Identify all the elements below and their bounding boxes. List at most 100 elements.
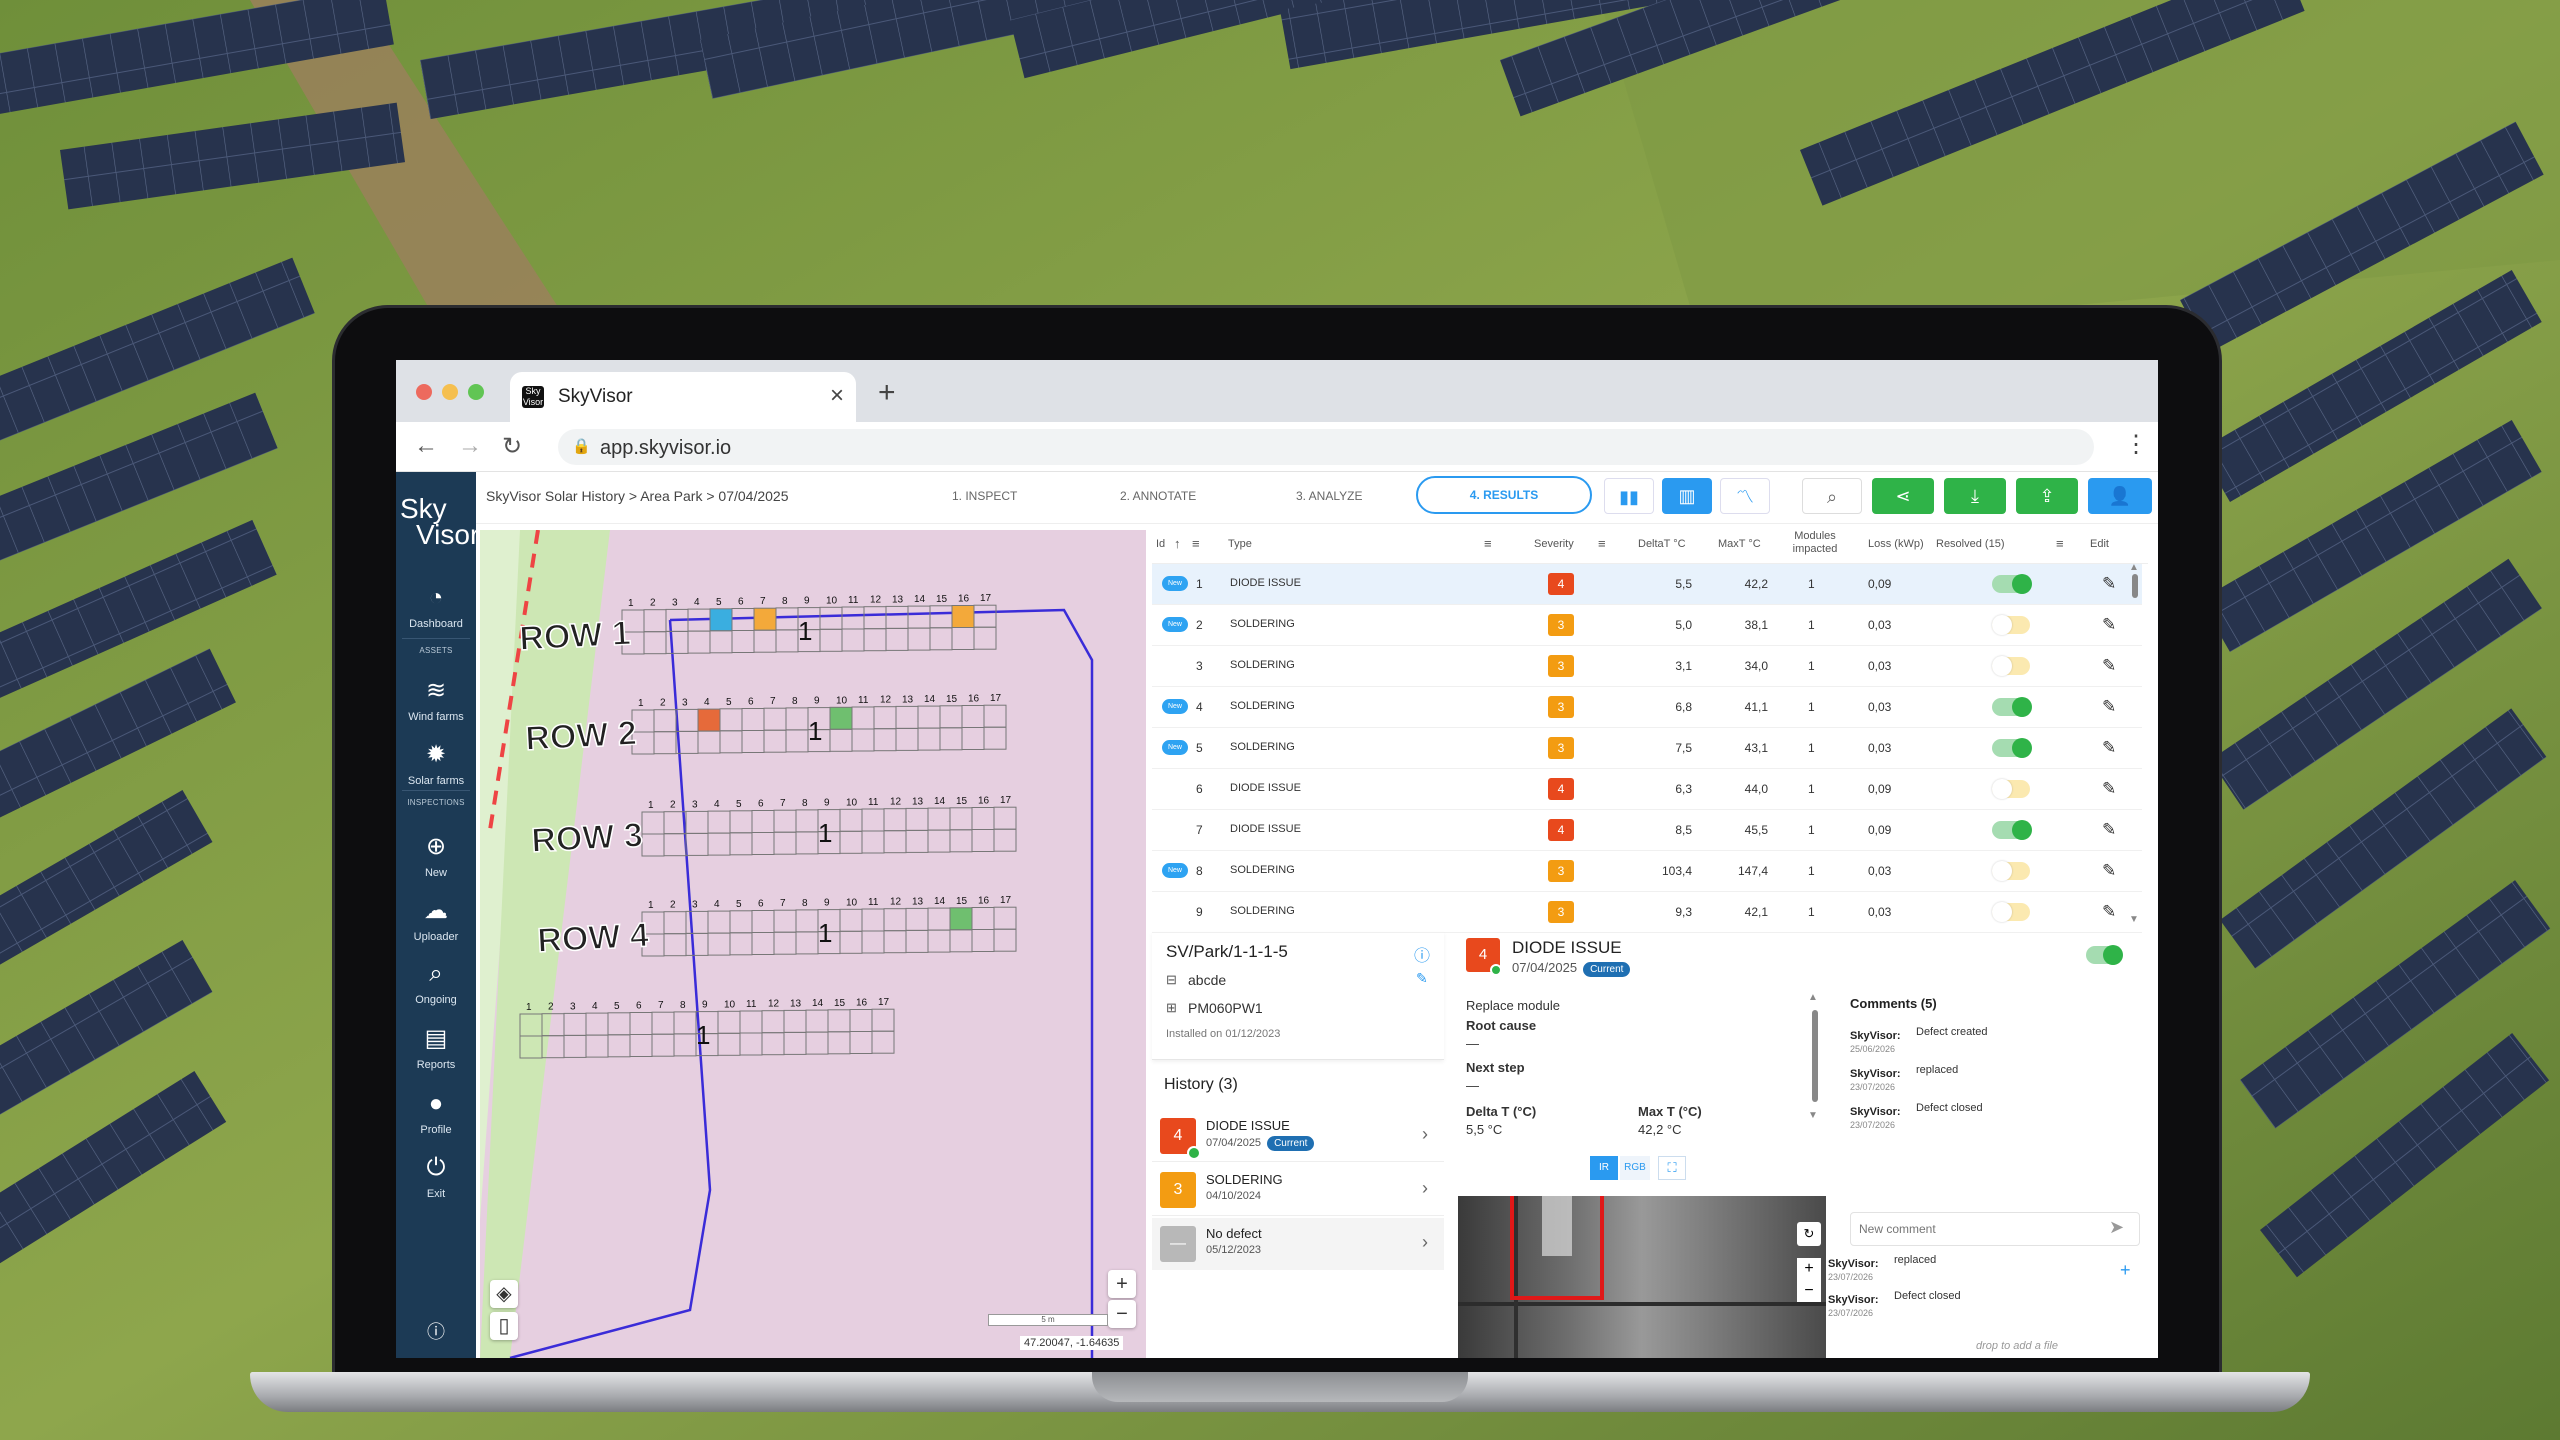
panel-cell[interactable] (939, 727, 963, 751)
detail-scrollbar[interactable] (1812, 1010, 1818, 1102)
history-item[interactable]: — No defect 05/12/2023 › (1152, 1218, 1444, 1270)
rgb-view-button[interactable]: RGB (1620, 1156, 1650, 1180)
close-window-button[interactable] (416, 384, 432, 400)
defect-panel-cell[interactable] (829, 706, 853, 730)
scroll-up-icon[interactable]: ▲ (1808, 992, 1818, 1003)
panel-cell[interactable] (707, 832, 731, 856)
panel-cell[interactable] (773, 909, 797, 933)
table-row[interactable]: 7 DIODE ISSUE 4 8,5 45,5 1 0,09 ✎ (1152, 810, 2142, 851)
panel-cell[interactable] (883, 808, 907, 832)
panel-cell[interactable] (841, 628, 865, 652)
forward-icon[interactable]: → (458, 432, 482, 460)
add-attachment-icon[interactable]: + (2120, 1260, 2131, 1281)
panel-cell[interactable] (861, 908, 885, 932)
table-row[interactable]: New 5 SOLDERING 3 7,5 43,1 1 0,03 ✎ (1152, 728, 2142, 769)
panel-cell[interactable] (905, 807, 929, 831)
panel-cell[interactable] (971, 807, 995, 830)
minimize-window-button[interactable] (442, 384, 458, 400)
skyvisor-logo[interactable]: Sky Visor (400, 495, 479, 549)
panel-cell[interactable] (775, 629, 799, 653)
panel-cell[interactable] (951, 627, 975, 650)
panel-cell[interactable] (719, 708, 743, 732)
table-row[interactable]: New 1 DIODE ISSUE 4 5,5 42,2 1 0,09 ✎ (1152, 564, 2142, 605)
panel-cell[interactable] (685, 832, 709, 856)
zoom-in-button[interactable]: + (1108, 1270, 1136, 1298)
panel-cell[interactable] (885, 627, 909, 651)
panel-cell[interactable] (927, 929, 951, 953)
edit-pencil-icon[interactable]: ✎ (2102, 779, 2116, 799)
panel-cell[interactable] (685, 810, 709, 834)
sidebar-item-profile[interactable]: ● Profile (396, 1090, 476, 1136)
panel-cell[interactable] (883, 930, 907, 954)
panel-cell[interactable] (927, 907, 951, 931)
panel-cell[interactable] (907, 605, 931, 629)
panel-cell[interactable] (993, 928, 1017, 952)
panel-cell[interactable] (629, 1034, 653, 1057)
table-scrollbar[interactable] (2132, 574, 2138, 598)
panel-cell[interactable] (673, 1033, 697, 1057)
history-item[interactable]: 4 DIODE ISSUE 07/04/2025 Current › (1152, 1110, 1444, 1162)
panel-cell[interactable] (773, 831, 797, 855)
panel-cell[interactable] (829, 728, 853, 752)
panel-cell[interactable] (643, 609, 667, 633)
panel-cell[interactable] (961, 727, 985, 750)
panel-cell[interactable] (795, 931, 819, 955)
panel-cell[interactable] (563, 1012, 587, 1036)
panel-cell[interactable] (641, 833, 665, 857)
reload-icon[interactable]: ↻ (502, 432, 522, 461)
scroll-up-icon[interactable]: ▲ (2129, 562, 2139, 573)
panel-cell[interactable] (795, 909, 819, 933)
panel-cell[interactable] (719, 730, 743, 754)
panel-cell[interactable] (863, 628, 887, 652)
panel-cell[interactable] (827, 1031, 851, 1055)
panel-cell[interactable] (773, 809, 797, 833)
sidebar-item-dashboard[interactable]: ◔ Dashboard (396, 584, 476, 630)
panel-cell[interactable] (753, 629, 777, 653)
panel-cell[interactable] (871, 1008, 895, 1032)
edit-pencil-icon[interactable]: ✎ (2102, 615, 2116, 635)
search-button[interactable]: ⌕ (1802, 478, 1862, 514)
panel-cell[interactable] (827, 1009, 851, 1033)
panel-cell[interactable] (849, 1031, 873, 1054)
panel-cell[interactable] (643, 631, 667, 655)
resolved-toggle[interactable] (1992, 861, 2030, 881)
sidebar-item-exit[interactable]: ⏻ Exit (396, 1154, 476, 1200)
new-comment-input[interactable] (1859, 1219, 2089, 1239)
panel-cell[interactable] (651, 1033, 675, 1057)
map-canvas[interactable]: 1 2 3 4 5 6 7 8 9 10 11 12 13 14 15 16 171ROW 11 2 3 4 5 6 7 8 9… (480, 530, 1146, 1358)
panel-cell[interactable] (917, 705, 941, 729)
panel-cell[interactable] (717, 1032, 741, 1056)
panel-cell[interactable] (949, 807, 973, 831)
panel-cell[interactable] (607, 1034, 631, 1058)
col-delta-t[interactable]: DeltaT °C (1638, 538, 1686, 550)
scroll-down-icon[interactable]: ▼ (2129, 914, 2139, 925)
step-results[interactable]: 4. RESULTS (1416, 476, 1592, 514)
panel-cell[interactable] (927, 829, 951, 853)
panel-cell[interactable] (905, 929, 929, 953)
sidebar-item-reports[interactable]: ▤ Reports (396, 1024, 476, 1071)
panel-cell[interactable] (861, 808, 885, 832)
panel-cell[interactable] (663, 833, 687, 857)
step-inspect[interactable]: 1. INSPECT (952, 489, 1017, 503)
resolved-toggle[interactable] (1992, 697, 2032, 717)
back-icon[interactable]: ← (414, 432, 438, 460)
edit-pencil-icon[interactable]: ✎ (1416, 970, 1428, 987)
panel-cell[interactable] (883, 830, 907, 854)
panel-cell[interactable] (839, 930, 863, 954)
panel-cell[interactable] (707, 910, 731, 934)
panel-cell[interactable] (871, 1030, 895, 1054)
panel-cell[interactable] (873, 706, 897, 730)
panel-cell[interactable] (949, 929, 973, 953)
panel-cell[interactable] (775, 607, 799, 631)
filter-icon[interactable]: ≡ (1192, 536, 1200, 551)
col-resolved[interactable]: Resolved (15) (1936, 538, 2004, 550)
maximize-window-button[interactable] (468, 384, 484, 400)
panel-cell[interactable] (707, 810, 731, 834)
panel-cell[interactable] (905, 829, 929, 853)
table-row[interactable]: New 8 SOLDERING 3 103,4 147,4 1 0,03 ✎ (1152, 851, 2142, 892)
chart-view-button[interactable]: ▮▮ (1604, 478, 1654, 514)
panel-cell[interactable] (741, 708, 765, 731)
map-view-button[interactable]: ▥ (1662, 478, 1712, 514)
panel-cell[interactable] (629, 1012, 653, 1035)
image-zoom-out-button[interactable]: − (1797, 1280, 1821, 1302)
